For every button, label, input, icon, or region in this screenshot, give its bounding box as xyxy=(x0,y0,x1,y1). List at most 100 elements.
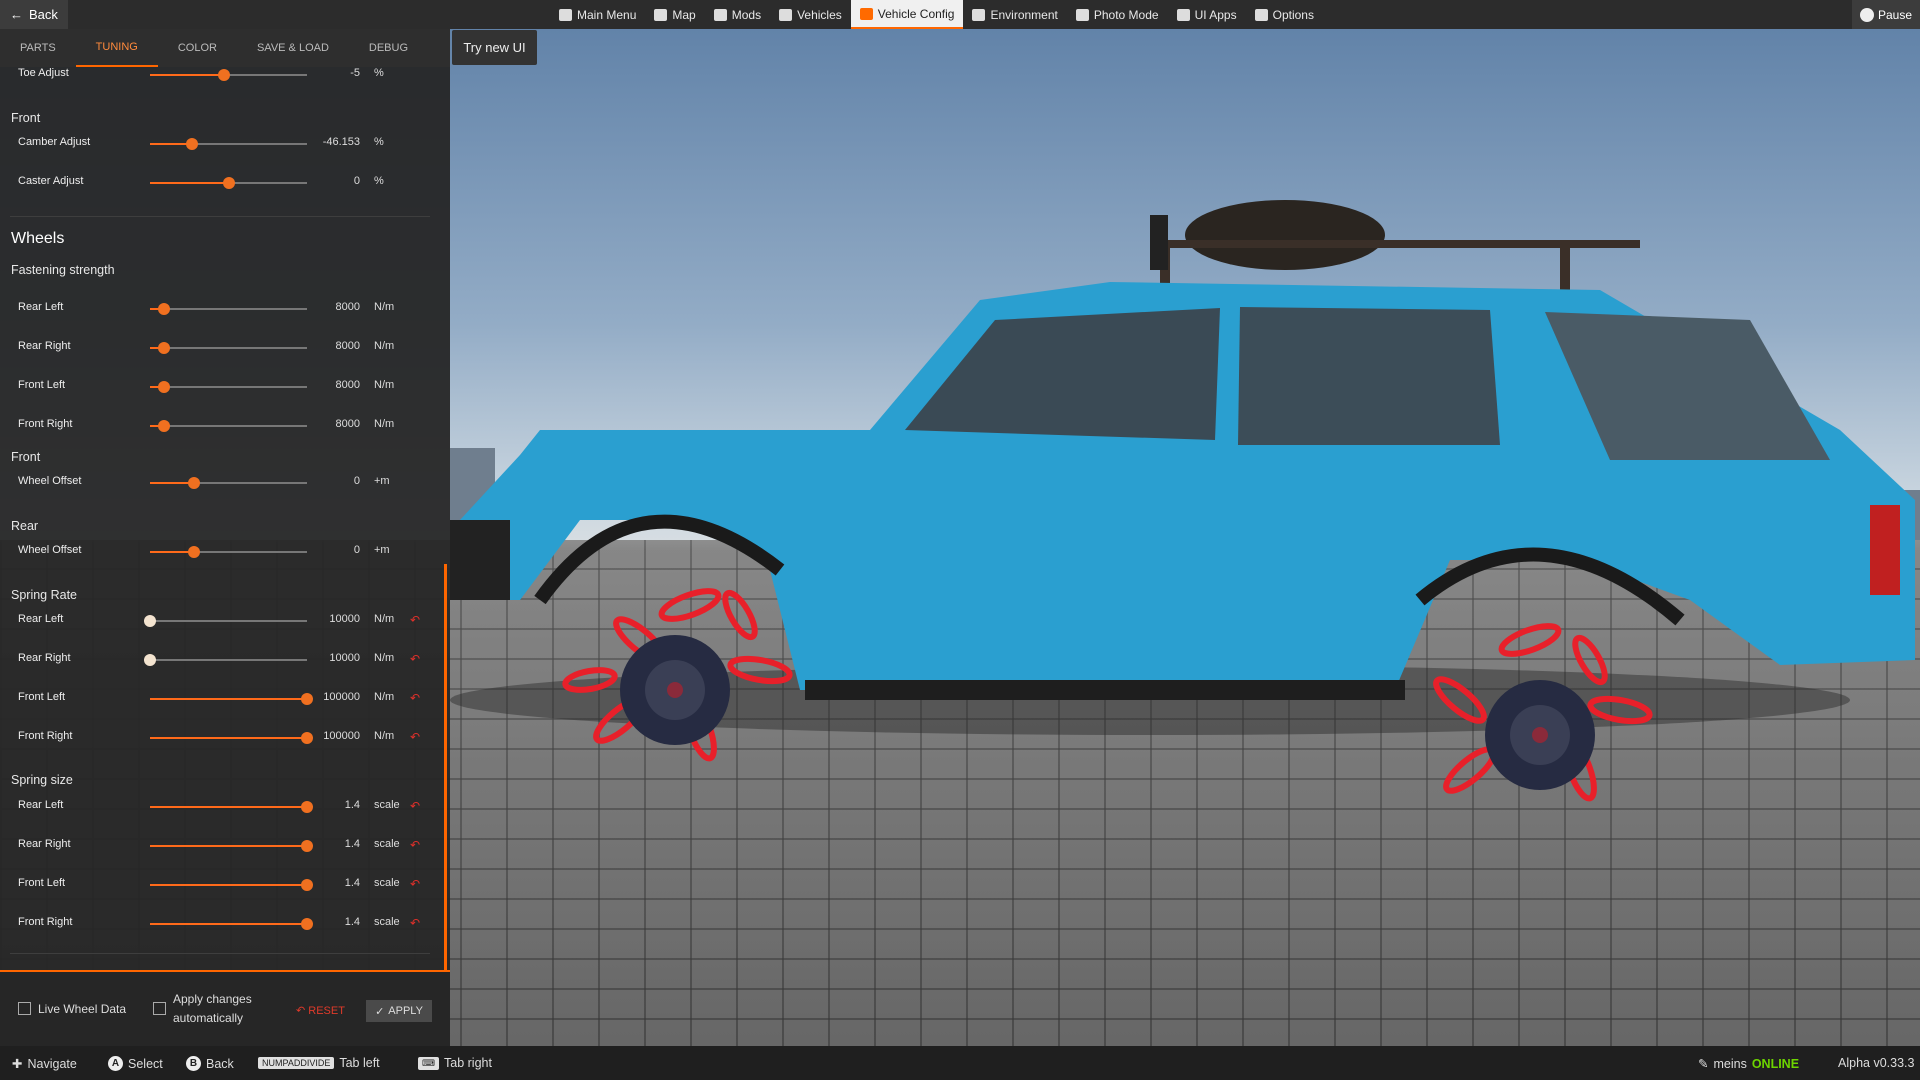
hint-back: B Back xyxy=(186,1056,234,1071)
fastening-front-left-value[interactable]: 8000 xyxy=(310,379,360,391)
spring-size-front-right-slider[interactable] xyxy=(150,918,313,930)
fastening-front-right-value[interactable]: 8000 xyxy=(310,418,360,430)
spring-rate-rear-left-unit: N/m xyxy=(374,613,395,625)
slider-handle[interactable] xyxy=(187,546,200,558)
slider-handle[interactable] xyxy=(187,477,200,489)
apply-automatically-checkbox[interactable] xyxy=(153,1002,166,1015)
spring-size-rear-right-slider[interactable] xyxy=(150,840,313,852)
camber-adjust-value[interactable]: -46.153 xyxy=(310,136,360,148)
spring-rate-rear-left-slider[interactable] xyxy=(144,615,307,627)
apply-button[interactable]: ✓ APPLY xyxy=(366,1000,432,1022)
spring-rate-front-left-row: Front Left 100000 N/m ↶ xyxy=(0,687,440,711)
tab-color[interactable]: COLOR xyxy=(158,29,237,67)
front-wheel-offset-slider[interactable] xyxy=(150,477,307,489)
spring-size-front-right-value[interactable]: 1.4 xyxy=(310,916,360,928)
spring-rate-front-left-value[interactable]: 100000 xyxy=(310,691,360,703)
puzzle-icon xyxy=(713,8,727,21)
toe-adjust-value[interactable]: -5 xyxy=(310,67,360,79)
nav-map[interactable]: Map xyxy=(645,0,704,29)
spring-rate-rear-right-slider[interactable] xyxy=(144,654,307,666)
fastening-front-right-slider[interactable] xyxy=(150,420,307,432)
toe-adjust-row: Toe Adjust -5 % xyxy=(0,63,440,87)
spring-rate-rear-right-value[interactable]: 10000 xyxy=(310,652,360,664)
nav-main-menu[interactable]: Main Menu xyxy=(550,0,645,29)
spring-size-front-left-slider[interactable] xyxy=(150,879,313,891)
slider-handle[interactable] xyxy=(217,69,230,81)
spring-size-rear-left-slider[interactable] xyxy=(150,801,313,813)
tab-parts[interactable]: PARTS xyxy=(0,29,76,67)
slider-handle[interactable] xyxy=(158,420,171,432)
spring-size-front-left-unit: scale xyxy=(374,877,400,889)
spring-size-rear-right-row: Rear Right 1.4 scale ↶ xyxy=(0,834,440,858)
spring-rate-rear-right-row: Rear Right 10000 N/m ↶ xyxy=(0,648,440,672)
tab-debug[interactable]: DEBUG xyxy=(349,29,428,67)
fastening-front-left-unit: N/m xyxy=(374,379,395,391)
grid-icon xyxy=(559,8,572,21)
caster-adjust-label: Caster Adjust xyxy=(18,175,84,187)
fastening-rear-right-value[interactable]: 8000 xyxy=(310,340,360,352)
camber-adjust-slider[interactable] xyxy=(150,138,307,150)
reset-value-icon[interactable]: ↶ xyxy=(410,799,420,813)
spring-rate-front-right-unit: N/m xyxy=(374,730,395,742)
spring-rate-front-right-slider[interactable] xyxy=(150,732,313,744)
nav-mods[interactable]: Mods xyxy=(705,0,770,29)
spring-size-rear-left-value[interactable]: 1.4 xyxy=(310,799,360,811)
caster-adjust-value[interactable]: 0 xyxy=(310,175,360,187)
fastening-front-right-row: Front Right 8000 N/m xyxy=(0,414,440,438)
fastening-front-left-slider[interactable] xyxy=(150,381,307,393)
spring-rate-front-right-row: Front Right 100000 N/m ↶ xyxy=(0,726,440,750)
spring-rate-front-left-slider[interactable] xyxy=(150,693,313,705)
pause-button[interactable]: Pause xyxy=(1852,0,1920,29)
sliders-icon xyxy=(1254,8,1268,21)
reset-value-icon[interactable]: ↶ xyxy=(410,652,420,666)
slider-handle[interactable] xyxy=(144,654,156,666)
spring-rate-rear-left-label: Rear Left xyxy=(18,613,64,625)
spring-size-front-left-value[interactable]: 1.4 xyxy=(310,877,360,889)
spring-rate-rear-right-unit: N/m xyxy=(374,652,395,664)
toe-adjust-slider[interactable] xyxy=(150,69,307,81)
reset-value-icon[interactable]: ↶ xyxy=(410,691,420,705)
rear-wheel-offset-slider[interactable] xyxy=(150,546,307,558)
nav-ui-apps[interactable]: UI Apps xyxy=(1168,0,1246,29)
nav-photo-mode[interactable]: Photo Mode xyxy=(1067,0,1168,29)
front-wheel-offset-row: Wheel Offset 0 +m xyxy=(0,471,440,495)
fastening-rear-left-value[interactable]: 8000 xyxy=(310,301,360,313)
reset-value-icon[interactable]: ↶ xyxy=(410,838,420,852)
scrollbar[interactable] xyxy=(444,564,447,999)
spring-rate-front-right-value[interactable]: 100000 xyxy=(310,730,360,742)
slider-handle[interactable] xyxy=(158,303,171,315)
tab-save-load[interactable]: SAVE & LOAD xyxy=(237,29,349,67)
spring-rate-front-left-label: Front Left xyxy=(18,691,66,703)
reset-value-icon[interactable]: ↶ xyxy=(410,613,420,627)
reset-value-icon[interactable]: ↶ xyxy=(410,916,420,930)
nav-options[interactable]: Options xyxy=(1246,0,1323,29)
spring-size-rear-right-value[interactable]: 1.4 xyxy=(310,838,360,850)
camber-adjust-row: Camber Adjust -46.153 % xyxy=(0,132,440,156)
spring-size-rear-left-label: Rear Left xyxy=(18,799,64,811)
section-front: Front xyxy=(11,111,41,125)
spring-rate-rear-left-value[interactable]: 10000 xyxy=(310,613,360,625)
caster-adjust-slider[interactable] xyxy=(150,177,307,189)
slider-handle[interactable] xyxy=(158,381,171,393)
back-button[interactable]: ← Back xyxy=(0,0,68,29)
slider-handle[interactable] xyxy=(186,138,199,150)
slider-handle[interactable] xyxy=(222,177,235,189)
arrow-left-icon: ← xyxy=(10,7,23,22)
slider-handle[interactable] xyxy=(158,342,171,354)
try-new-ui-button[interactable]: Try new UI xyxy=(452,30,537,65)
front-wheel-offset-value[interactable]: 0 xyxy=(310,475,360,487)
reset-value-icon[interactable]: ↶ xyxy=(410,877,420,891)
check-icon: ✓ xyxy=(375,1005,385,1018)
rear-wheel-offset-value[interactable]: 0 xyxy=(310,544,360,556)
nav-vehicles[interactable]: Vehicles xyxy=(770,0,851,29)
reset-button[interactable]: ↶ RESET xyxy=(296,1004,345,1017)
fastening-rear-left-slider[interactable] xyxy=(150,303,307,315)
fastening-front-right-label: Front Right xyxy=(18,418,73,430)
nav-environment[interactable]: Environment xyxy=(963,0,1066,29)
fastening-rear-right-slider[interactable] xyxy=(150,342,307,354)
live-wheel-data-checkbox[interactable] xyxy=(18,1002,31,1015)
tab-tuning[interactable]: TUNING xyxy=(75,29,158,67)
nav-vehicle-config[interactable]: Vehicle Config xyxy=(850,0,964,29)
reset-value-icon[interactable]: ↶ xyxy=(410,730,420,744)
slider-handle[interactable] xyxy=(144,615,156,627)
